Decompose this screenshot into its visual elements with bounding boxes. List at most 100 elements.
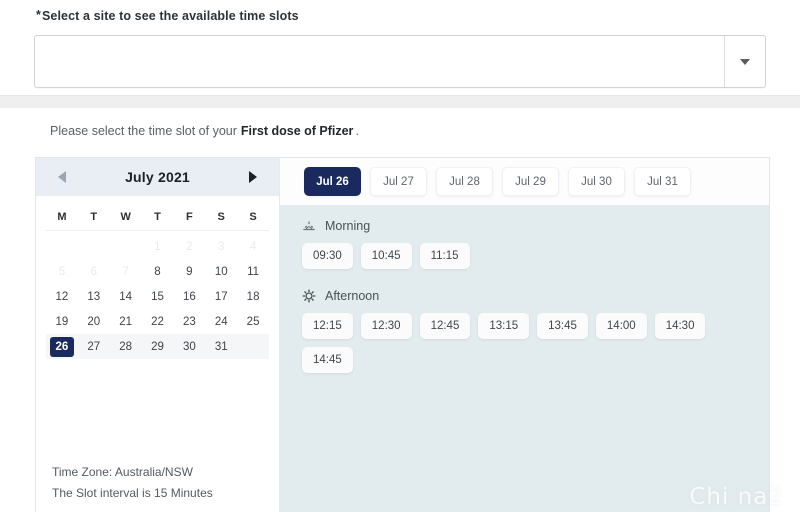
calendar-day-16[interactable]: 16 <box>173 284 205 309</box>
calendar-weekday-0: M <box>57 211 67 223</box>
date-tab-jul-28[interactable]: Jul 28 <box>436 167 493 196</box>
calendar-day-number: 10 <box>214 265 228 278</box>
calendar-day-10[interactable]: 10 <box>205 259 237 284</box>
calendar-day-26[interactable]: 26 <box>46 334 78 359</box>
calendar-day-13[interactable]: 13 <box>78 284 110 309</box>
calendar-day-22[interactable]: 22 <box>142 309 174 334</box>
calendar-prev-month-button[interactable] <box>54 169 70 185</box>
calendar-day-number: 19 <box>55 315 69 328</box>
time-slot-1445[interactable]: 14:45 <box>302 347 353 373</box>
required-asterisk: * <box>36 8 41 22</box>
time-slot-1115[interactable]: 11:15 <box>419 243 470 269</box>
calendar-day-number: 23 <box>182 315 196 328</box>
calendar-day-number: 9 <box>186 265 193 278</box>
calendar-day-30[interactable]: 30 <box>173 334 205 359</box>
calendar-day-number: 3 <box>218 240 225 253</box>
slot-section-title: Morning <box>325 219 371 233</box>
time-slot-1430[interactable]: 14:30 <box>654 313 706 339</box>
calendar-week-row: 26 27 28 29 30 31 <box>46 334 269 359</box>
calendar-day-number <box>241 337 265 357</box>
calendar-day-9[interactable]: 9 <box>173 259 205 284</box>
calendar-week-row: 1 2 3 4 <box>46 234 269 259</box>
calendar-day-empty <box>46 234 78 259</box>
date-tab-jul-29[interactable]: Jul 29 <box>502 167 559 196</box>
calendar-day-8[interactable]: 8 <box>142 259 174 284</box>
calendar-day-27[interactable]: 27 <box>78 334 110 359</box>
site-select-label: *Select a site to see the available time… <box>36 8 299 23</box>
calendar-day-15[interactable]: 15 <box>142 284 174 309</box>
timezone-text: Time Zone: Australia/NSW <box>52 465 193 479</box>
time-slot-1400[interactable]: 14:00 <box>595 313 647 339</box>
instruction-suffix: . <box>355 124 359 138</box>
calendar-weekday-4: F <box>186 211 193 223</box>
date-tab-jul-27[interactable]: Jul 27 <box>370 167 427 196</box>
calendar-weekday-3: T <box>154 211 161 223</box>
slot-section-header-morning: Morning <box>302 219 747 233</box>
calendar-day-number: 30 <box>182 340 196 353</box>
calendar-day-12[interactable]: 12 <box>46 284 78 309</box>
calendar-day-number: 21 <box>119 315 133 328</box>
calendar-weekday-5: S <box>217 211 225 223</box>
instruction-text: Please select the time slot of your First… <box>50 124 359 138</box>
calendar-day-number: 5 <box>58 265 66 278</box>
instruction-prefix: Please select the time slot of your <box>50 124 237 138</box>
calendar-day-number: 24 <box>214 315 228 328</box>
calendar-grid: MTWTFSS 1 2 3 4 5 6 7 8 9 10 11 12 13 14 15 16 17 18 19 20 2… <box>36 196 279 359</box>
instruction-dose: First dose of Pfizer <box>240 124 354 138</box>
calendar-day-number: 20 <box>87 315 101 328</box>
calendar-day-23[interactable]: 23 <box>173 309 205 334</box>
calendar-weekday-1: T <box>90 211 98 223</box>
calendar-day-empty <box>237 334 269 359</box>
calendar-day-14[interactable]: 14 <box>110 284 142 309</box>
slot-sections: Morning 09:30 10:45 11:15 Afternoon 12:15 12:3… <box>280 205 769 373</box>
calendar-day-number: 1 <box>154 240 161 253</box>
calendar: July 2021 MTWTFSS 1 2 3 4 5 6 7 8 9 10 11 12 13 14 15 1… <box>36 158 280 512</box>
calendar-day-21[interactable]: 21 <box>110 309 142 334</box>
calendar-day-number: 31 <box>214 340 228 353</box>
calendar-day-29[interactable]: 29 <box>142 334 174 359</box>
calendar-day-number: 26 <box>49 336 74 357</box>
calendar-day-empty <box>78 234 110 259</box>
calendar-day-number: 22 <box>151 315 164 328</box>
slot-interval-text: The Slot interval is 15 Minutes <box>52 486 213 500</box>
time-slot-1345[interactable]: 13:45 <box>537 313 588 339</box>
calendar-day-18[interactable]: 18 <box>237 284 269 309</box>
time-slot-1215[interactable]: 12:15 <box>302 313 353 339</box>
slot-list-afternoon: 12:15 12:30 12:45 13:15 13:45 14:00 14:30 14:45 <box>302 313 747 373</box>
calendar-day-number <box>114 237 138 257</box>
calendar-day-number: 6 <box>90 265 97 278</box>
calendar-next-month-button[interactable] <box>245 169 261 185</box>
time-slot-1230[interactable]: 12:30 <box>360 313 412 339</box>
time-slot-1245[interactable]: 12:45 <box>419 313 471 339</box>
calendar-footer: Time Zone: Australia/NSW The Slot interv… <box>36 462 279 504</box>
sunrise-icon <box>303 221 315 231</box>
site-select-toggle[interactable] <box>725 36 765 87</box>
date-tab-jul-26[interactable]: Jul 26 <box>304 167 361 196</box>
calendar-day-11[interactable]: 11 <box>237 259 269 284</box>
calendar-day-number: 27 <box>87 340 101 353</box>
calendar-day-4: 4 <box>237 234 269 259</box>
calendar-day-number: 25 <box>246 315 260 328</box>
calendar-day-7: 7 <box>110 259 142 284</box>
calendar-day-number: 2 <box>186 240 193 253</box>
calendar-day-5: 5 <box>46 259 78 284</box>
date-tab-jul-31[interactable]: Jul 31 <box>634 167 691 196</box>
time-slot-1315[interactable]: 13:15 <box>478 313 530 339</box>
calendar-day-24[interactable]: 24 <box>205 309 237 334</box>
calendar-day-number: 4 <box>249 240 257 253</box>
site-select-dropdown[interactable] <box>34 35 766 88</box>
calendar-day-20[interactable]: 20 <box>78 309 110 334</box>
calendar-day-31[interactable]: 31 <box>205 334 237 359</box>
calendar-day-28[interactable]: 28 <box>110 334 142 359</box>
calendar-day-17[interactable]: 17 <box>205 284 237 309</box>
calendar-day-19[interactable]: 19 <box>46 309 78 334</box>
date-tab-jul-30[interactable]: Jul 30 <box>568 167 625 196</box>
time-slot-0930[interactable]: 09:30 <box>302 243 353 269</box>
calendar-day-number: 14 <box>119 290 133 303</box>
date-tabs: Jul 26 Jul 27 Jul 28 Jul 29 Jul 30 Jul 31 <box>280 158 769 205</box>
calendar-day-25[interactable]: 25 <box>237 309 269 334</box>
site-select-block: *Select a site to see the available time… <box>0 0 800 95</box>
time-slot-1045[interactable]: 10:45 <box>360 243 412 269</box>
slot-section-header-afternoon: Afternoon <box>302 289 747 303</box>
